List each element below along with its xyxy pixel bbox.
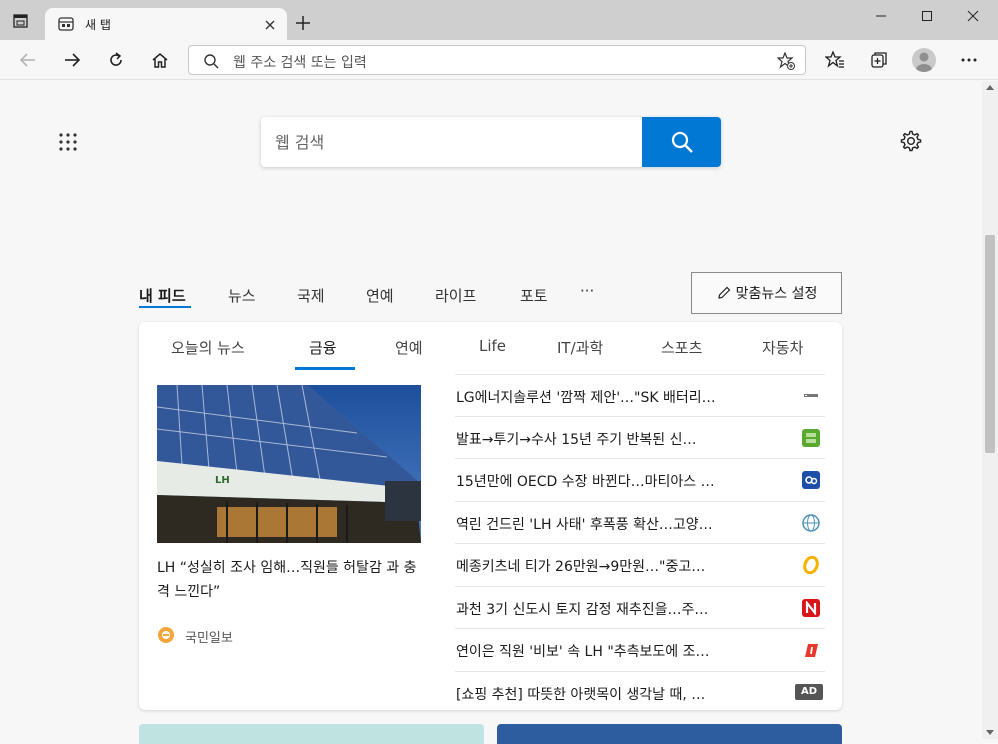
list-item[interactable]: 15년만에 OECD 수장 바뀐다…마티아스 … bbox=[455, 459, 825, 502]
tab-news[interactable]: 뉴스 bbox=[228, 285, 256, 306]
publisher-logo-icon bbox=[802, 513, 820, 532]
publisher-icon bbox=[158, 627, 174, 643]
collections-icon[interactable] bbox=[864, 46, 894, 74]
search-icon bbox=[203, 53, 219, 69]
tab-my-feed[interactable]: 내 피드 bbox=[139, 285, 186, 306]
category-active-indicator bbox=[295, 367, 355, 370]
category-sports[interactable]: 스포츠 bbox=[661, 337, 702, 358]
list-item[interactable]: LG에너지솔루션 '깜짝 제안'…"SK 배터리… bbox=[455, 374, 825, 417]
new-tab-page-icon bbox=[58, 16, 74, 32]
forward-button[interactable] bbox=[57, 46, 87, 74]
web-search-input[interactable] bbox=[261, 117, 642, 167]
category-auto[interactable]: 자동차 bbox=[762, 337, 803, 358]
category-finance[interactable]: 금융 bbox=[309, 337, 337, 358]
category-today[interactable]: 오늘의 뉴스 bbox=[171, 337, 245, 358]
gear-icon[interactable] bbox=[899, 129, 923, 153]
close-window-button[interactable] bbox=[950, 0, 996, 32]
window-menu-icon[interactable] bbox=[13, 13, 29, 29]
toolbar: 웹 주소 검색 또는 입력 bbox=[0, 40, 998, 80]
scroll-down-arrow-icon[interactable] bbox=[986, 730, 994, 735]
maximize-button[interactable] bbox=[904, 0, 950, 32]
address-placeholder: 웹 주소 검색 또는 입력 bbox=[233, 55, 367, 71]
publisher-logo-icon bbox=[802, 556, 820, 574]
minimize-button[interactable] bbox=[858, 0, 904, 32]
publisher-logo-icon bbox=[802, 641, 820, 659]
headline-list: LG에너지솔루션 '깜짝 제안'…"SK 배터리… 발표→투기→수사 15년 주… bbox=[455, 374, 825, 710]
publisher-logo-icon bbox=[802, 471, 820, 489]
search-icon bbox=[671, 131, 693, 153]
publisher-logo-icon bbox=[802, 428, 820, 447]
next-card-preview[interactable] bbox=[497, 724, 842, 744]
publisher-logo-icon bbox=[802, 387, 820, 405]
back-button[interactable] bbox=[13, 46, 43, 74]
address-bar[interactable]: 웹 주소 검색 또는 입력 bbox=[188, 45, 806, 75]
personalize-label: 맞춤뉴스 설정 bbox=[735, 286, 818, 302]
category-it-science[interactable]: IT/과학 bbox=[557, 337, 603, 358]
headline-title: 15년만에 OECD 수장 바뀐다…마티아스 … bbox=[456, 474, 715, 490]
pencil-icon bbox=[717, 286, 730, 299]
list-item[interactable]: 과천 3기 신도시 토지 감정 재추진을…주… bbox=[455, 587, 825, 629]
headline-title: 메종키츠네 티가 26만원→9만원…"중고… bbox=[456, 559, 706, 575]
hero-publisher: 국민일보 bbox=[185, 631, 233, 646]
browser-tab[interactable]: 새 탭 bbox=[45, 8, 287, 40]
profile-avatar[interactable] bbox=[912, 48, 936, 72]
tab-photo[interactable]: 포토 bbox=[520, 285, 548, 306]
ad-title: [쇼핑 추천] 따뜻한 아랫목이 생각날 때, … bbox=[456, 686, 706, 703]
headline-title: 과천 3기 신도시 토지 감정 재추진을…주… bbox=[456, 601, 709, 618]
headline-title: 연이은 직원 '비보' 속 LH "추측보도에 조… bbox=[456, 644, 710, 660]
page-scrollbar[interactable] bbox=[982, 81, 998, 739]
app-launcher-icon[interactable] bbox=[58, 132, 78, 152]
next-card-preview[interactable] bbox=[139, 724, 484, 744]
scrollbar-thumb[interactable] bbox=[985, 235, 995, 453]
headline-title: 역린 건드린 'LH 사태' 후폭풍 확산…고양… bbox=[456, 516, 713, 533]
web-search-button[interactable] bbox=[642, 117, 721, 167]
publisher-logo-icon bbox=[802, 598, 820, 617]
refresh-button[interactable] bbox=[101, 46, 131, 74]
category-life[interactable]: Life bbox=[479, 337, 506, 355]
tab-title: 새 탭 bbox=[85, 18, 111, 32]
personalize-news-button[interactable]: 맞춤뉴스 설정 bbox=[691, 272, 842, 314]
more-options-icon[interactable] bbox=[954, 46, 984, 74]
close-icon[interactable] bbox=[263, 17, 277, 31]
scroll-up-arrow-icon[interactable] bbox=[986, 85, 994, 90]
ad-badge: AD bbox=[795, 683, 823, 700]
title-bar: 새 탭 bbox=[0, 0, 998, 40]
list-item[interactable]: 발표→투기→수사 15년 주기 반복된 신… bbox=[455, 417, 825, 459]
headline-title: 발표→투기→수사 15년 주기 반복된 신… bbox=[456, 431, 697, 448]
favorites-icon[interactable] bbox=[820, 46, 850, 74]
add-favorite-icon[interactable] bbox=[776, 51, 795, 70]
list-item[interactable]: 역린 건드린 'LH 사태' 후폭풍 확산…고양… bbox=[455, 502, 825, 544]
tab-lifestyle[interactable]: 라이프 bbox=[435, 285, 476, 306]
hero-headline[interactable]: LH “성실히 조사 임해…직원들 허탈감 과 충격 느낀다” bbox=[157, 556, 425, 604]
tab-entertainment[interactable]: 연예 bbox=[366, 285, 394, 306]
list-item[interactable]: 메종키츠네 티가 26만원→9만원…"중고… bbox=[455, 544, 825, 587]
more-tabs-button[interactable]: ··· bbox=[580, 282, 594, 300]
svg-text:LH: LH bbox=[215, 475, 230, 486]
tab-world[interactable]: 국제 bbox=[297, 285, 325, 306]
list-item[interactable]: 연이은 직원 '비보' 속 LH "추측보도에 조… bbox=[455, 629, 825, 672]
ad-item[interactable]: [쇼핑 추천] 따뜻한 아랫목이 생각날 때, … AD bbox=[455, 672, 825, 711]
headline-title: LG에너지솔루션 '깜짝 제안'…"SK 배터리… bbox=[456, 390, 716, 406]
hero-image[interactable]: LH bbox=[157, 385, 421, 543]
plus-icon[interactable] bbox=[294, 14, 312, 32]
home-button[interactable] bbox=[145, 46, 175, 74]
category-entertainment[interactable]: 연예 bbox=[395, 337, 423, 358]
news-card: 오늘의 뉴스 금융 연예 Life IT/과학 스포츠 자동차 LH LH “성… bbox=[139, 322, 842, 710]
web-search-box bbox=[261, 117, 721, 167]
tab-active-indicator bbox=[139, 306, 191, 308]
